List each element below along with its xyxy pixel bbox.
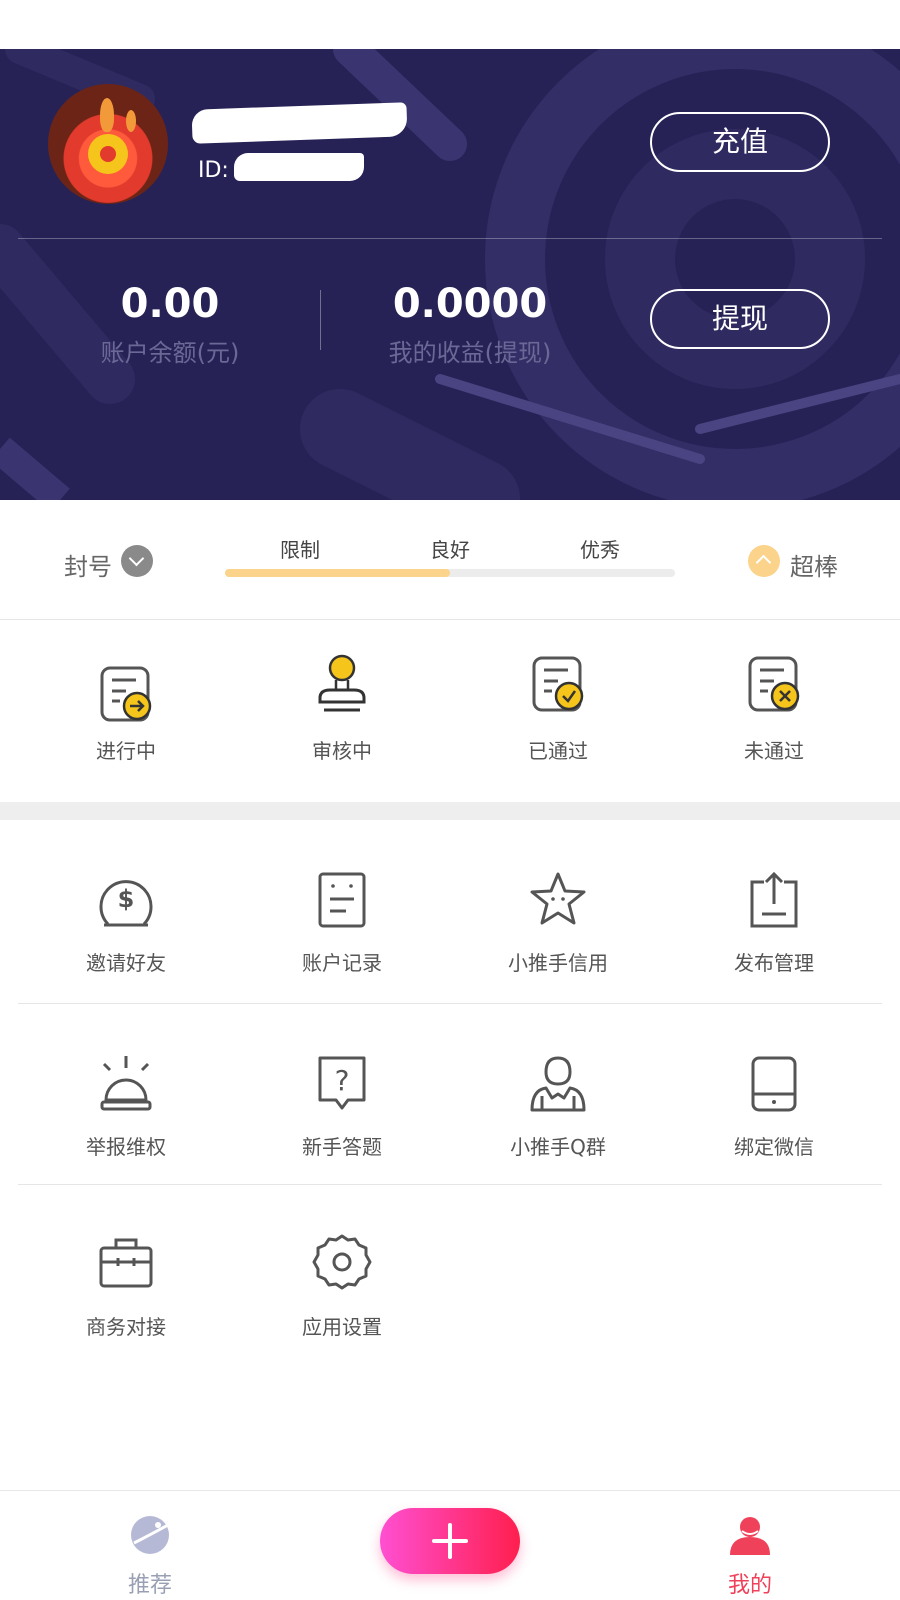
user-id-prefix: ID:: [198, 158, 229, 183]
status-bar: [0, 0, 900, 49]
balance-value: 0.00: [120, 281, 220, 327]
level-min-label: 封号: [64, 553, 112, 581]
menu-credit[interactable]: 小推手信用: [450, 820, 666, 1000]
status-label: 进行中: [96, 739, 156, 763]
header-divider: [18, 238, 882, 239]
status-label: 审核中: [312, 739, 372, 763]
doc-check-icon: [532, 656, 584, 712]
status-approved[interactable]: 已通过: [450, 621, 666, 802]
menu-business[interactable]: 商务对接: [18, 1186, 234, 1366]
star-icon: [530, 872, 586, 925]
menu-label: 邀请好友: [86, 951, 166, 975]
menu-account-records[interactable]: 账户记录: [234, 820, 450, 1000]
doc-arrow-icon: [100, 666, 152, 722]
level-progress-track: [225, 569, 675, 577]
menu-qq-group[interactable]: 小推手Q群: [450, 1004, 666, 1184]
user-id-suffix: 2: [346, 159, 360, 184]
phone-icon: [751, 1056, 797, 1112]
level-progress-fill: [225, 569, 450, 577]
menu-label: 小推手Q群: [510, 1135, 606, 1159]
dollar-coin-icon: $: [99, 880, 153, 927]
tab-label: 我的: [727, 1573, 772, 1598]
menu-publish-management[interactable]: 发布管理: [666, 820, 882, 1000]
menu-label: 举报维权: [86, 1135, 166, 1159]
username-redacted: [191, 102, 408, 144]
credit-level-bar: 封号 限制 良好 优秀 超棒: [0, 500, 900, 620]
menu-label: 绑定微信: [734, 1135, 814, 1159]
user-id-redacted: [234, 153, 364, 181]
menu-bind-wechat[interactable]: 绑定微信: [666, 1004, 882, 1184]
briefcase-icon: [99, 1238, 153, 1288]
status-under-review[interactable]: 审核中: [234, 621, 450, 802]
menu-label: 账户记录: [302, 951, 382, 975]
section-gap: [0, 802, 900, 820]
stamp-icon: [318, 654, 366, 712]
level-tick-excellent: 优秀: [580, 538, 620, 562]
avatar[interactable]: [48, 84, 168, 204]
tab-recommend[interactable]: 推荐: [90, 1491, 210, 1600]
menu-label: 新手答题: [302, 1135, 382, 1159]
alarm-icon: [100, 1056, 152, 1111]
level-tick-good: 良好: [430, 538, 470, 562]
balance-label: 账户余额(元): [100, 339, 240, 367]
status-rejected[interactable]: 未通过: [666, 621, 882, 802]
question-icon: ?: [318, 1056, 366, 1110]
account-header: ID: 2 充值 0.00 账户余额(元) 0.0000 我的收益(提现) 提现: [0, 49, 900, 500]
menu-newbie-quiz[interactable]: ? 新手答题: [234, 1004, 450, 1184]
menu-label: 发布管理: [734, 951, 814, 975]
chevron-down-icon: [121, 545, 153, 577]
doc-cross-icon: [748, 656, 800, 712]
user-icon: [730, 1517, 770, 1555]
ledger-icon: [318, 872, 366, 928]
menu-report[interactable]: 举报维权: [18, 1004, 234, 1184]
settings-icon: [312, 1234, 372, 1290]
add-button[interactable]: [380, 1508, 520, 1574]
earnings-label: 我的收益(提现): [388, 339, 552, 367]
planet-icon: [131, 1516, 169, 1554]
menu-label: 小推手信用: [508, 951, 608, 975]
tab-label: 推荐: [127, 1573, 172, 1598]
tab-mine[interactable]: 我的: [690, 1491, 810, 1600]
chevron-up-icon: [748, 545, 780, 577]
person-icon: [530, 1056, 586, 1112]
upload-icon: [750, 871, 798, 928]
recharge-button[interactable]: 充值: [650, 112, 830, 172]
menu-invite-friends[interactable]: $ 邀请好友: [18, 820, 234, 1000]
stats-separator: [320, 290, 321, 350]
bottom-tab-bar: 推荐 我的: [0, 1490, 900, 1600]
earnings-value: 0.0000: [392, 281, 548, 327]
menu-label: 商务对接: [86, 1315, 166, 1339]
status-label: 未通过: [744, 739, 804, 763]
menu-label: 应用设置: [302, 1315, 382, 1339]
level-tick-restricted: 限制: [280, 538, 320, 562]
svg-text:$: $: [118, 885, 135, 913]
status-in-progress[interactable]: 进行中: [18, 621, 234, 802]
level-max-label: 超棒: [790, 553, 838, 581]
withdraw-button[interactable]: 提现: [650, 289, 830, 349]
menu-divider: [18, 1184, 882, 1185]
svg-text:?: ?: [335, 1064, 350, 1097]
status-label: 已通过: [528, 739, 588, 763]
task-status-row: 进行中 审核中 已通过 未通过: [0, 621, 900, 802]
menu-app-settings[interactable]: 应用设置: [234, 1186, 450, 1366]
